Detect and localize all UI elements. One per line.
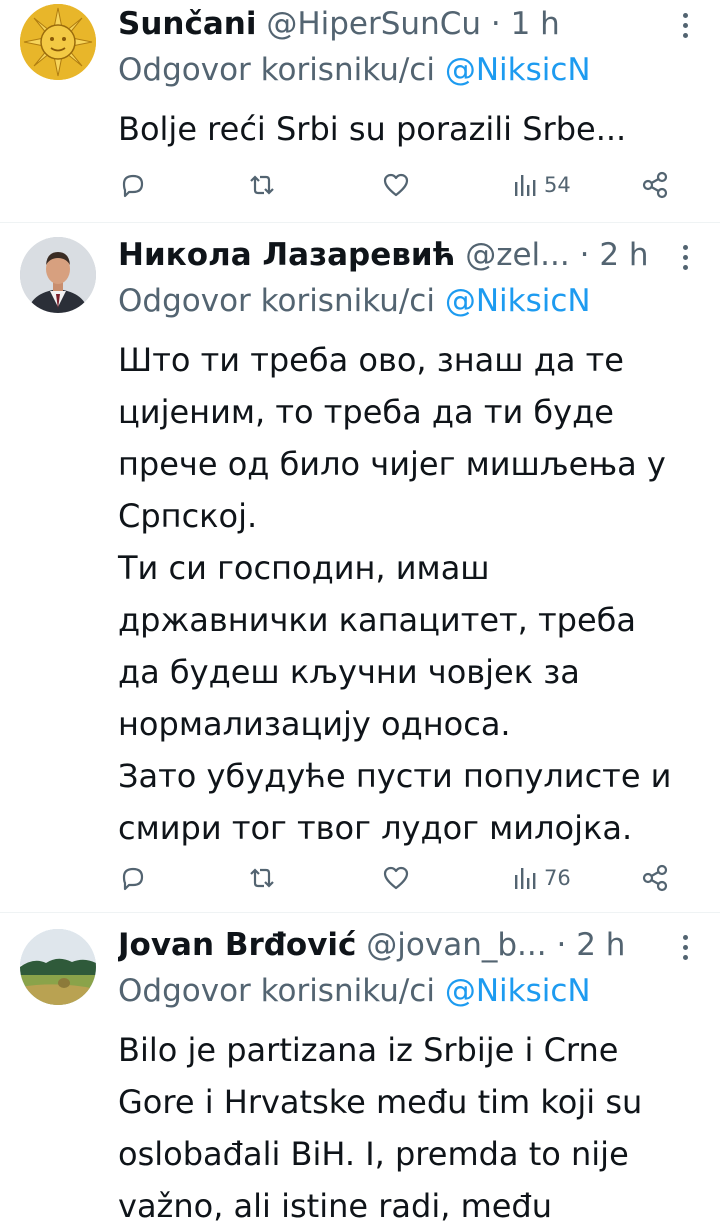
tweet-text-line: нормализацију односа.	[118, 705, 511, 743]
tweet-text-line: смири тог твог лудог милојка.	[118, 809, 633, 847]
author-name[interactable]: Sunčani	[118, 6, 256, 42]
avatar[interactable]	[20, 237, 96, 313]
timestamp[interactable]: 1 h	[511, 6, 560, 42]
landscape-icon	[20, 929, 96, 1005]
like-button[interactable]	[381, 858, 411, 898]
share-icon	[642, 171, 668, 199]
views-count: 76	[544, 866, 571, 890]
tweet-text-line: Зато убудуће пусти популисте и	[118, 757, 672, 795]
tweet-text-line: Gore i Hrvatske među tim koji su	[118, 1083, 643, 1121]
tweet-text-line: važno, ali istine radi, među	[118, 1187, 553, 1225]
tweet-text: Што ти треба ово, знаш да те цијеним, то…	[118, 334, 690, 854]
tweet-text-line: цијеним, то треба да ти буде	[118, 393, 614, 431]
author-handle[interactable]: @jovan_b...	[366, 927, 546, 963]
separator: ·	[579, 237, 590, 273]
reply-prefix: Odgovor korisniku/ci	[118, 973, 435, 1009]
reply-icon	[122, 867, 144, 891]
reply-mention-link[interactable]: @NiksicN	[445, 973, 591, 1009]
avatar[interactable]	[20, 929, 96, 1005]
heart-icon	[383, 173, 409, 197]
share-button[interactable]	[640, 165, 670, 205]
tweet-actions: 76	[118, 858, 700, 898]
reply-button[interactable]	[118, 165, 148, 205]
author-name[interactable]: Jovan Brđović	[118, 927, 356, 963]
reply-icon	[122, 174, 144, 198]
tweet-text-line: oslobađali BiH. I, premda to nije	[118, 1135, 629, 1173]
tweet-text-line: Ти си господин, имаш	[118, 549, 490, 587]
tweet-card[interactable]: Sunčani @HiperSunCu · 1 h Odgovor korisn…	[0, 0, 720, 222]
share-button[interactable]	[640, 858, 670, 898]
like-button[interactable]	[381, 165, 411, 205]
author-name[interactable]: Никола Лазаревић	[118, 237, 455, 273]
tweet-text-line: прече од било чијег мишљења у	[118, 445, 666, 483]
tweet-text-line: Bilo je partizana iz Srbije i Crne	[118, 1031, 619, 1069]
views-count: 54	[544, 173, 571, 197]
tweet-card[interactable]: Никола Лазаревић @zel... · 2 h Odgovor k…	[0, 223, 720, 912]
retweet-icon	[250, 868, 274, 888]
author-handle[interactable]: @HiperSunCu	[266, 6, 481, 42]
tweet-header: Никола Лазаревић @zel... · 2 h	[118, 233, 660, 277]
views-button[interactable]: 76	[512, 858, 571, 898]
tweet-header: Jovan Brđović @jovan_b... · 2 h	[118, 923, 660, 967]
separator: ·	[490, 6, 501, 42]
views-chart-icon	[515, 175, 536, 196]
tweet-text-line: да будеш кључни човјек за	[118, 653, 580, 691]
more-options-icon[interactable]	[678, 6, 692, 46]
reply-context: Odgovor korisniku/ci @NiksicN	[118, 969, 591, 1013]
reply-button[interactable]	[118, 858, 148, 898]
author-handle[interactable]: @zel...	[465, 237, 570, 273]
tweet-card[interactable]: Jovan Brđović @jovan_b... · 2 h Odgovor …	[0, 913, 720, 1227]
reply-mention-link[interactable]: @NiksicN	[445, 283, 591, 319]
timestamp[interactable]: 2 h	[599, 237, 648, 273]
share-icon	[642, 864, 668, 892]
heart-icon	[383, 866, 409, 890]
tweet-text-line: Српској.	[118, 497, 258, 535]
separator: ·	[556, 927, 567, 963]
views-chart-icon	[515, 868, 536, 889]
retweet-button[interactable]	[246, 165, 278, 205]
reply-mention-link[interactable]: @NiksicN	[445, 52, 591, 88]
man-portrait-icon	[20, 237, 96, 313]
tweet-actions: 54	[118, 165, 700, 205]
more-options-icon[interactable]	[678, 928, 692, 968]
tweet-text: Bolje reći Srbi su porazili Srbe...	[118, 103, 690, 155]
avatar[interactable]	[20, 4, 96, 80]
tweet-text-line: државнички капацитет, треба	[118, 601, 636, 639]
tweet-text-line: Што ти треба ово, знаш да те	[118, 341, 624, 379]
reply-context: Odgovor korisniku/ci @NiksicN	[118, 279, 591, 323]
reply-prefix: Odgovor korisniku/ci	[118, 283, 435, 319]
reply-prefix: Odgovor korisniku/ci	[118, 52, 435, 88]
views-button[interactable]: 54	[512, 165, 571, 205]
timestamp[interactable]: 2 h	[576, 927, 625, 963]
retweet-button[interactable]	[246, 858, 278, 898]
tweet-text-line: Bolje reći Srbi su porazili Srbe...	[118, 110, 627, 148]
tweet-header: Sunčani @HiperSunCu · 1 h	[118, 2, 660, 46]
more-options-icon[interactable]	[678, 238, 692, 278]
tweet-text: Bilo je partizana iz Srbije i Crne Gore …	[118, 1024, 690, 1232]
sun-emblem-icon	[20, 4, 96, 80]
reply-context: Odgovor korisniku/ci @NiksicN	[118, 48, 591, 92]
retweet-icon	[250, 175, 274, 195]
